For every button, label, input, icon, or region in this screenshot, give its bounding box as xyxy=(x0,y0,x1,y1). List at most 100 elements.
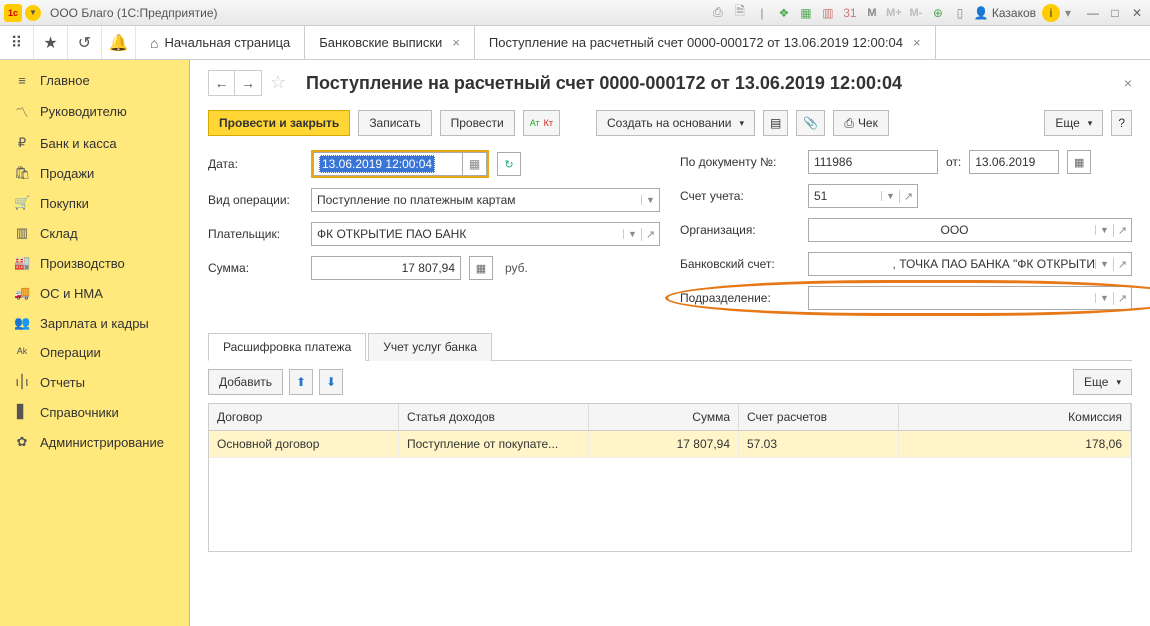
cell-income: Поступление от покупате... xyxy=(399,431,589,457)
table-row[interactable]: Основной договор Поступление от покупате… xyxy=(209,431,1131,458)
docdate-input[interactable]: 13.06.2019 xyxy=(969,150,1059,174)
tab-payment-details[interactable]: Расшифровка платежа xyxy=(208,333,366,361)
m-icon[interactable]: M xyxy=(864,5,880,21)
create-based-button[interactable]: Создать на основании▾ xyxy=(596,110,755,136)
close-button[interactable]: ✕ xyxy=(1128,5,1146,21)
tab-bank-services[interactable]: Учет услуг банка xyxy=(368,333,492,361)
apps-icon[interactable]: ⠿ xyxy=(0,26,34,59)
sidebar-item-manager[interactable]: 〽Руководителю xyxy=(0,95,189,128)
sidebar-item-label: Покупки xyxy=(40,196,89,211)
sidebar-item-sales[interactable]: 🛍Продажи xyxy=(0,158,189,188)
org-select[interactable]: ООО ▼ ↗ xyxy=(808,218,1132,242)
date-input[interactable]: 13.06.2019 12:00:04 xyxy=(313,152,463,176)
col-commission[interactable]: Комиссия xyxy=(899,404,1131,430)
sidebar-item-salary[interactable]: 👥Зарплата и кадры xyxy=(0,308,189,338)
move-down-button[interactable]: ⬇ xyxy=(319,369,343,395)
m-plus-icon[interactable]: M+ xyxy=(886,5,902,21)
docnum-input[interactable]: 111986 xyxy=(808,150,938,174)
close-icon[interactable]: × xyxy=(913,35,921,50)
value: 17 807,94 xyxy=(402,261,455,275)
calc-icon[interactable]: ▦ xyxy=(469,256,493,280)
cell-account: 57.03 xyxy=(739,431,899,457)
save-button[interactable]: Записать xyxy=(358,110,431,136)
info-dropdown-icon[interactable]: ▾ xyxy=(1060,5,1076,21)
reg-button[interactable]: ▤ xyxy=(763,110,788,136)
app-dropdown-icon[interactable]: ▼ xyxy=(25,5,41,21)
globe-icon[interactable]: ⊕ xyxy=(930,5,946,21)
payer-select[interactable]: ФК ОТКРЫТИЕ ПАО БАНК ▼ ↗ xyxy=(311,222,660,246)
sidebar-item-main[interactable]: ≡Главное xyxy=(0,66,189,95)
col-sum[interactable]: Сумма xyxy=(589,404,739,430)
sidebar-item-label: Производство xyxy=(40,256,125,271)
col-contract[interactable]: Договор xyxy=(209,404,399,430)
table-body: Основной договор Поступление от покупате… xyxy=(209,431,1131,551)
division-label: Подразделение: xyxy=(680,291,800,305)
value: 111986 xyxy=(814,155,852,169)
calc-icon[interactable]: ▦ xyxy=(798,5,814,21)
sidebar-item-production[interactable]: 🏭 Производство xyxy=(0,248,189,278)
col-income[interactable]: Статья доходов xyxy=(399,404,589,430)
open-icon[interactable]: ↗ xyxy=(641,228,659,241)
chart-icon[interactable]: ❖ xyxy=(776,5,792,21)
bank-select[interactable]: , ТОЧКА ПАО БАНКА "ФК ОТКРЫТИ ▼ ↗ xyxy=(808,252,1132,276)
favorite-icon[interactable]: ☆ xyxy=(270,72,292,94)
sidebar-item-bank[interactable]: ₽Банк и касса xyxy=(0,128,189,158)
calendar-icon[interactable]: ▦ xyxy=(463,152,487,176)
sidebar-item-admin[interactable]: ✿Администрирование xyxy=(0,427,189,457)
division-select[interactable]: ▼ ↗ xyxy=(808,286,1132,310)
tab-home[interactable]: ⌂ Начальная страница xyxy=(136,26,305,59)
maximize-button[interactable]: □ xyxy=(1106,5,1124,21)
sidebar-item-reports[interactable]: ι⎮ιОтчеты xyxy=(0,367,189,397)
more-button[interactable]: Еще▾ xyxy=(1044,110,1103,136)
sidebar-item-purchases[interactable]: 🛒Покупки xyxy=(0,188,189,218)
payment-table: Договор Статья доходов Сумма Счет расчет… xyxy=(208,403,1132,552)
dt-kt-button[interactable]: АтКт xyxy=(523,110,560,136)
attach-button[interactable]: 📎 xyxy=(796,110,825,136)
help-button[interactable]: ? xyxy=(1111,110,1132,136)
calendar-icon[interactable]: ▥ xyxy=(820,5,836,21)
org-label: Организация: xyxy=(680,223,800,237)
sidebar-item-assets[interactable]: 🚚ОС и НМА xyxy=(0,278,189,308)
panel-icon[interactable]: ▯ xyxy=(952,5,968,21)
history-icon[interactable]: ↺ xyxy=(68,26,102,59)
sidebar-item-warehouse[interactable]: ▥Склад xyxy=(0,218,189,248)
open-icon[interactable]: ↗ xyxy=(1113,292,1131,305)
account-select[interactable]: 51 ▼ ↗ xyxy=(808,184,918,208)
post-close-button[interactable]: Провести и закрыть xyxy=(208,110,350,136)
value: Поступление по платежным картам xyxy=(317,193,641,207)
open-icon[interactable]: ↗ xyxy=(899,190,917,203)
close-panel-icon[interactable]: × xyxy=(1124,75,1132,91)
add-button[interactable]: Добавить xyxy=(208,369,283,395)
user-label[interactable]: 👤 Казаков xyxy=(974,6,1036,20)
operation-select[interactable]: Поступление по платежным картам ▼ xyxy=(311,188,660,212)
m-minus-icon[interactable]: M- xyxy=(908,5,924,21)
minimize-button[interactable]: — xyxy=(1084,5,1102,21)
print-icon[interactable]: ⎙ xyxy=(710,5,726,21)
bell-icon[interactable]: 🔔 xyxy=(102,26,136,59)
sidebar-item-operations[interactable]: ᴬᵏОперации xyxy=(0,338,189,367)
close-icon[interactable]: × xyxy=(452,35,460,50)
refresh-date-button[interactable]: ↻ xyxy=(497,152,521,176)
move-up-button[interactable]: ⬆ xyxy=(289,369,313,395)
tab-bank-statements[interactable]: Банковские выписки × xyxy=(305,26,475,59)
col-account[interactable]: Счет расчетов xyxy=(739,404,899,430)
account-label: Счет учета: xyxy=(680,189,800,203)
table-more-button[interactable]: Еще▾ xyxy=(1073,369,1132,395)
back-button[interactable]: ← xyxy=(209,71,235,95)
forward-button[interactable]: → xyxy=(235,71,261,95)
save-icon[interactable]: 🗎 xyxy=(732,5,748,21)
label: Еще xyxy=(1055,116,1079,130)
sidebar-item-reference[interactable]: ▋Справочники xyxy=(0,397,189,427)
post-button[interactable]: Провести xyxy=(440,110,515,136)
tab-receipt[interactable]: Поступление на расчетный счет 0000-00017… xyxy=(475,26,936,59)
calendar-icon[interactable]: ▦ xyxy=(1067,150,1091,174)
date-icon[interactable]: 31 xyxy=(842,5,858,21)
star-icon[interactable]: ★ xyxy=(34,26,68,59)
check-button[interactable]: ⎙Чек xyxy=(833,110,889,136)
sum-input[interactable]: 17 807,94 xyxy=(311,256,461,280)
sidebar-item-label: Продажи xyxy=(40,166,94,181)
factory-icon: 🏭 xyxy=(14,255,30,271)
open-icon[interactable]: ↗ xyxy=(1113,224,1131,237)
info-icon[interactable]: i xyxy=(1042,4,1060,22)
open-icon[interactable]: ↗ xyxy=(1113,258,1131,271)
